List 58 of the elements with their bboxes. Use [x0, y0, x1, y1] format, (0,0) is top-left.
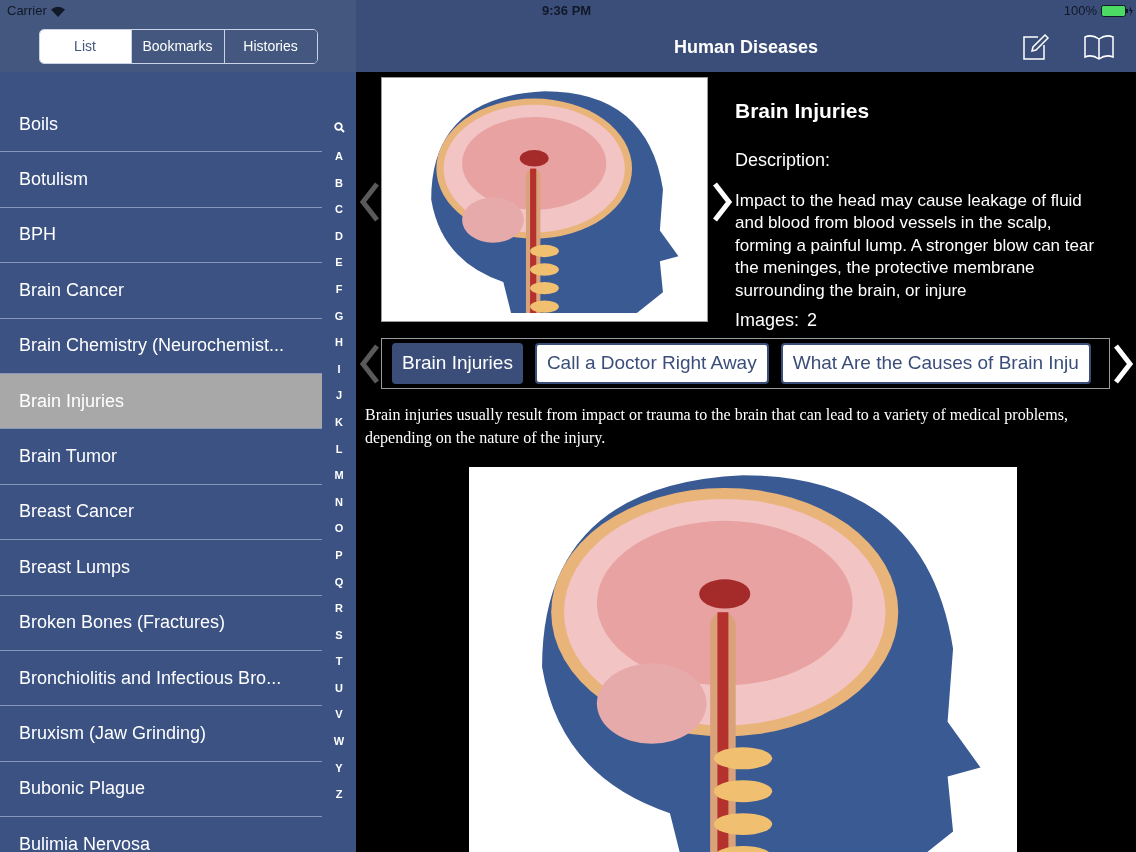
index-letter[interactable]: C: [335, 196, 343, 223]
index-letter[interactable]: Y: [335, 754, 343, 782]
segment-tab[interactable]: List: [39, 30, 131, 63]
book-icon[interactable]: [1084, 33, 1114, 61]
description-text: Impact to the head may cause leakage of fluid and blood from blood vessels in the scalp, forming a painful lump. A stronger blow can tear the meninges, the protective membrane surrounding the brain, or injure: [735, 189, 1096, 302]
index-letter[interactable]: G: [334, 302, 344, 330]
index-letter[interactable]: D: [335, 222, 343, 250]
compose-icon[interactable]: [1022, 33, 1050, 61]
disease-list-item[interactable]: Brain Cancer: [0, 263, 322, 319]
disease-list-item[interactable]: Bronchiolitis and Infectious Bro...: [0, 650, 322, 707]
index-letter[interactable]: V: [335, 701, 343, 729]
disease-list-item[interactable]: BPH: [0, 207, 322, 264]
topic-tab[interactable]: Call a Doctor Right Away: [534, 343, 769, 384]
disease-list-item[interactable]: Bubonic Plague: [0, 761, 322, 818]
detail-heading: Brain Injuries: [735, 98, 871, 124]
search-icon[interactable]: [333, 122, 345, 133]
segment-tab[interactable]: Histories: [223, 30, 317, 63]
summary-paragraph: Brain injuries usually result from impact or trauma to the brain that can lead to a variety of medical problems, depending on the nature of the injury.: [364, 405, 1069, 449]
index-letter[interactable]: L: [335, 435, 343, 463]
index-letter[interactable]: U: [335, 674, 343, 702]
description-label: Description:: [735, 148, 832, 172]
index-letter[interactable]: Q: [334, 568, 344, 596]
index-letter[interactable]: N: [335, 488, 343, 516]
clock-label: 9:36 PM: [542, 2, 592, 21]
disease-list-item[interactable]: Broken Bones (Fractures): [0, 595, 322, 651]
wifi-icon: [50, 5, 65, 17]
disease-list-item[interactable]: Brain Chemistry (Neurochemist...: [0, 318, 322, 374]
topic-tab[interactable]: What Are the Causes of Brain Inju: [780, 343, 1091, 384]
battery-label: 100%: [1063, 2, 1097, 21]
index-letter[interactable]: B: [335, 169, 343, 197]
disease-list-item[interactable]: Breast Cancer: [0, 484, 322, 541]
index-letter[interactable]: F: [335, 275, 343, 303]
index-letter[interactable]: K: [335, 408, 343, 436]
index-letter[interactable]: T: [335, 648, 343, 675]
disease-list-item[interactable]: Botulism: [0, 152, 322, 208]
index-letter[interactable]: M: [334, 462, 344, 489]
index-letter[interactable]: Z: [335, 781, 343, 808]
topic-tab[interactable]: Brain Injuries: [392, 343, 523, 384]
images-label: Images:: [735, 309, 800, 332]
disease-list-item[interactable]: Bruxism (Jaw Grinding): [0, 706, 322, 762]
carrier-label: Carrier: [7, 2, 47, 21]
disease-list-item[interactable]: Bulimia Nervosa: [0, 817, 322, 852]
index-letter[interactable]: J: [335, 382, 343, 409]
disease-list-item[interactable]: Breast Lumps: [0, 540, 322, 596]
index-letter[interactable]: P: [335, 541, 343, 569]
disease-list-item[interactable]: Boils: [0, 97, 322, 153]
index-letter[interactable]: O: [334, 515, 344, 542]
index-letter[interactable]: I: [337, 355, 341, 383]
index-letter[interactable]: A: [335, 143, 343, 170]
index-letter[interactable]: S: [335, 621, 343, 649]
index-letter[interactable]: W: [333, 728, 345, 755]
screen-title: Human Diseases: [673, 35, 819, 59]
disease-list-item[interactable]: Brain Tumor: [0, 429, 322, 485]
images-count: 2: [807, 309, 818, 332]
index-letter[interactable]: R: [335, 595, 343, 622]
battery-icon: [1101, 5, 1133, 17]
index-letter[interactable]: E: [335, 249, 343, 276]
index-letter[interactable]: H: [335, 329, 343, 356]
